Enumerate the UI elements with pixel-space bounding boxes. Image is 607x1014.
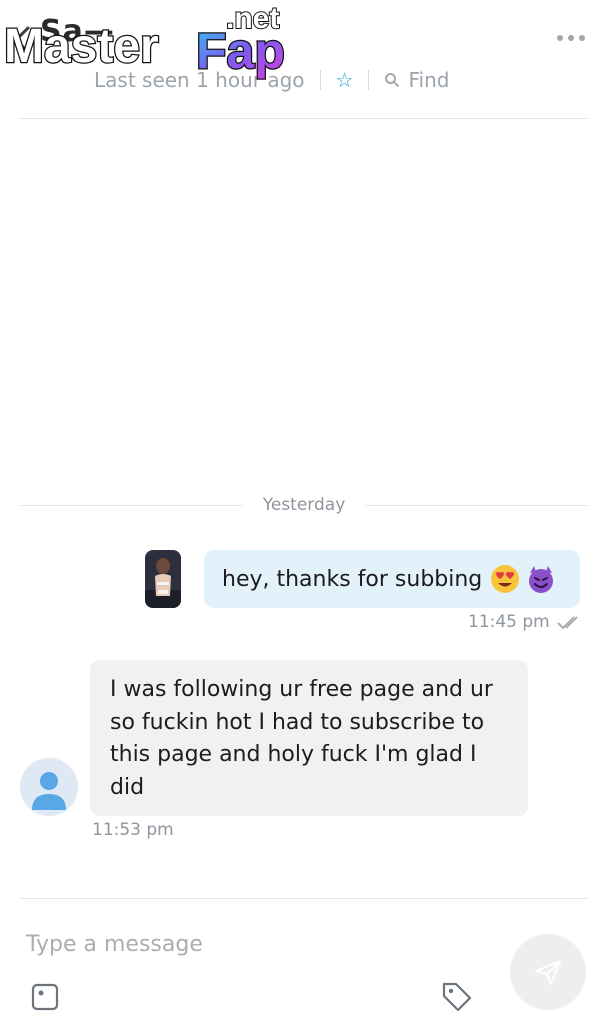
- sender-avatar[interactable]: [145, 550, 181, 608]
- divider: [368, 70, 370, 90]
- price-tag-icon[interactable]: [440, 980, 474, 1014]
- logo-text-main: Master: [4, 20, 159, 73]
- contact-avatar[interactable]: [20, 758, 78, 816]
- find-label: Find: [408, 68, 450, 92]
- composer-divider: [20, 898, 588, 899]
- message-time: 11:53 pm: [92, 820, 174, 840]
- star-outline-icon[interactable]: ☆: [336, 70, 354, 90]
- double-check-icon: [557, 616, 578, 630]
- heart-eyes-emoji: [491, 565, 520, 593]
- date-divider-label: Yesterday: [262, 495, 346, 515]
- divider: [319, 70, 321, 90]
- header-divider: [18, 118, 588, 119]
- logo-text-suffix: .net: [226, 2, 279, 35]
- image-icon[interactable]: [30, 982, 60, 1012]
- divider-line: [365, 504, 588, 506]
- site-watermark-logo: Master Fap .net: [3, 1, 286, 80]
- date-divider: Yesterday: [20, 490, 588, 520]
- message-text: hey, thanks for subbing: [222, 566, 483, 592]
- message-timestamp: 11:45 pm: [468, 612, 584, 632]
- message-text: I was following ur free page and ur so f…: [110, 677, 493, 800]
- send-button[interactable]: [510, 934, 586, 1010]
- smiling-devil-emoji: [529, 566, 554, 593]
- find-button[interactable]: Find: [384, 68, 449, 92]
- more-horizontal-icon[interactable]: [554, 28, 588, 48]
- search-icon: [385, 73, 400, 87]
- message-bubble-outgoing[interactable]: hey, thanks for subbing: [204, 550, 580, 608]
- divider-line: [20, 504, 243, 506]
- send-icon: [535, 960, 561, 985]
- message-bubble-incoming[interactable]: I was following ur free page and ur so f…: [90, 660, 528, 816]
- message-input[interactable]: [20, 924, 502, 964]
- message-time: 11:45 pm: [468, 612, 550, 632]
